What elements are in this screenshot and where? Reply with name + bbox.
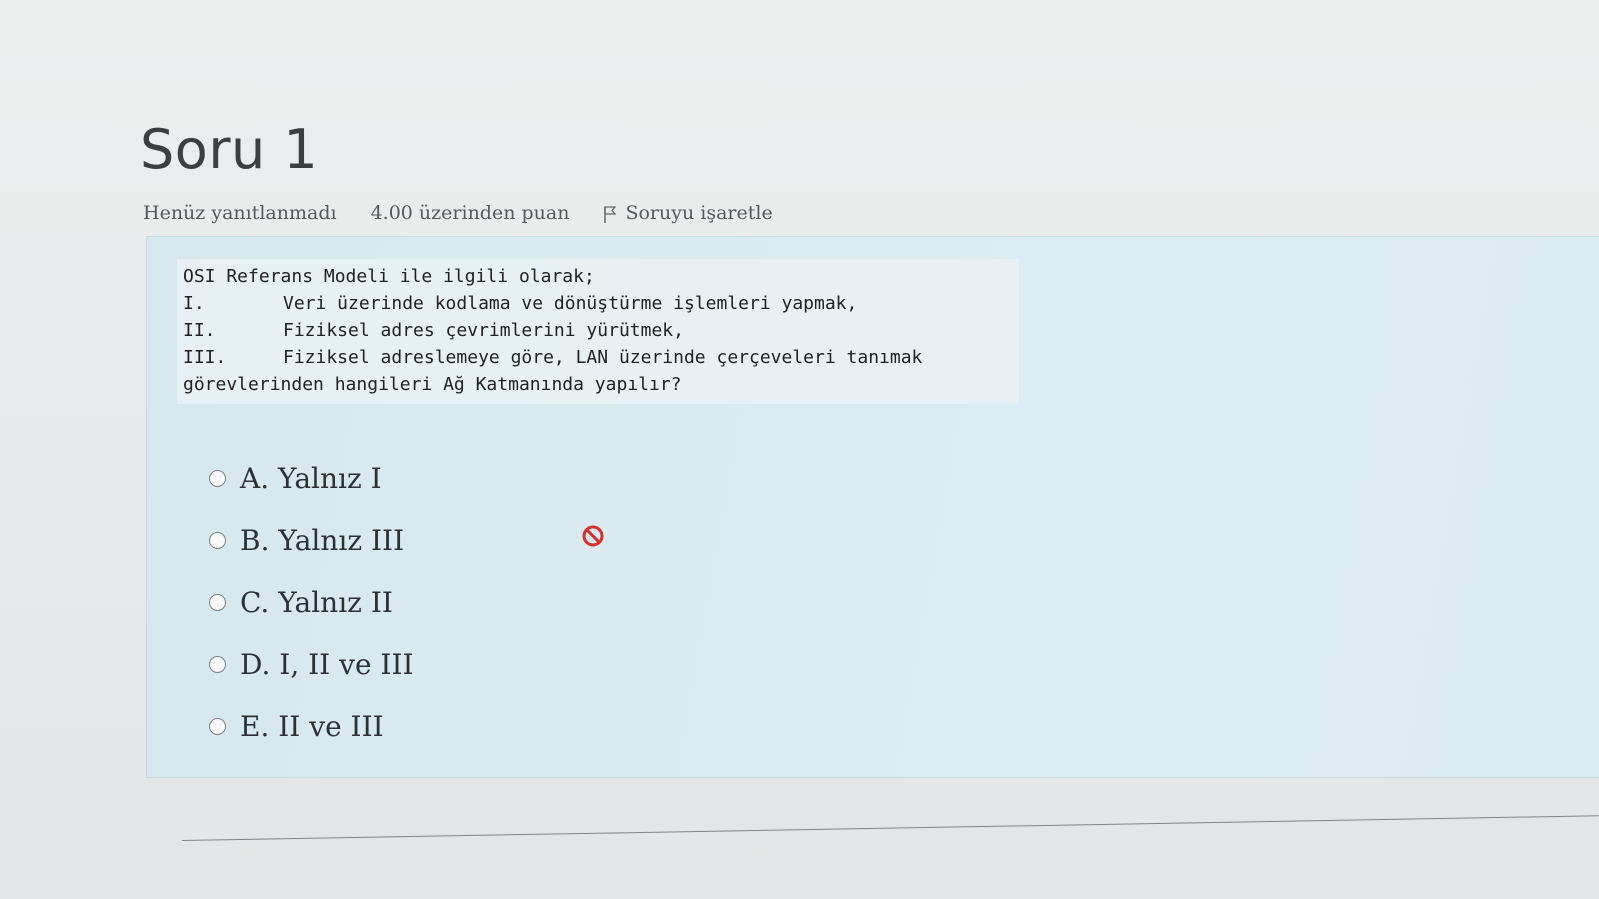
radio-button-a[interactable] xyxy=(209,469,226,487)
question-text-line-text: OSI Referans Modeli ile ilgili olarak; xyxy=(183,266,595,287)
quiz-page: Soru 1 Henüz yanıtlanmadı 4.00 üzerinden… xyxy=(0,0,1599,899)
answer-option-a[interactable]: A. Yalnız I xyxy=(209,447,414,509)
question-text-line: II. Fiziksel adres çevrimlerini yürütmek… xyxy=(183,317,1013,344)
question-text: OSI Referans Modeli ile ilgili olarak; I… xyxy=(177,259,1019,404)
question-info: Henüz yanıtlanmadı 4.00 üzerinden puan S… xyxy=(143,202,773,224)
answer-label-e: E. II ve III xyxy=(240,709,384,743)
answer-option-b[interactable]: B. Yalnız III xyxy=(209,509,414,571)
statement-number: I. xyxy=(183,293,205,314)
statement-number: II. xyxy=(183,320,216,341)
radio-button-e[interactable] xyxy=(209,717,226,735)
answer-label-a: A. Yalnız I xyxy=(240,461,382,495)
question-text-line: görevlerinden hangileri Ağ Katmanında ya… xyxy=(183,371,1013,398)
radio-button-c[interactable] xyxy=(209,593,226,611)
flag-icon xyxy=(604,206,617,223)
answer-option-d[interactable]: D. I, II ve III xyxy=(209,633,414,695)
statement-text: Fiziksel adreslemeye göre, LAN üzerinde … xyxy=(283,347,923,368)
question-title: Soru 1 xyxy=(140,118,319,181)
question-status: Henüz yanıtlanmadı xyxy=(143,202,337,224)
answer-label-b: B. Yalnız III xyxy=(240,523,405,557)
flag-question-label: Soruyu işaretle xyxy=(625,202,773,224)
question-text-line-text: görevlerinden hangileri Ağ Katmanında ya… xyxy=(183,374,682,395)
question-text-line: III. Fiziksel adreslemeye göre, LAN üzer… xyxy=(183,344,1013,371)
statement-number: III. xyxy=(183,347,227,368)
question-points: 4.00 üzerinden puan xyxy=(370,202,570,224)
answer-option-c[interactable]: C. Yalnız II xyxy=(209,571,414,633)
answer-label-d: D. I, II ve III xyxy=(240,647,414,681)
section-divider xyxy=(181,815,1599,841)
statement-text: Veri üzerinde kodlama ve dönüştürme işle… xyxy=(283,293,858,314)
question-text-line: I. Veri üzerinde kodlama ve dönüştürme i… xyxy=(183,290,1013,317)
radio-button-d[interactable] xyxy=(209,655,226,673)
statement-text: Fiziksel adres çevrimlerini yürütmek, xyxy=(283,320,684,341)
question-content: OSI Referans Modeli ile ilgili olarak; I… xyxy=(146,236,1599,778)
question-text-line: OSI Referans Modeli ile ilgili olarak; xyxy=(183,263,1013,290)
answer-options: A. Yalnız I B. Yalnız III C. Yalnız II D… xyxy=(209,447,414,757)
answer-label-c: C. Yalnız II xyxy=(240,585,393,619)
answer-option-e[interactable]: E. II ve III xyxy=(209,695,414,757)
radio-button-b[interactable] xyxy=(209,531,226,549)
not-allowed-cursor-icon xyxy=(582,525,604,547)
flag-question-link[interactable]: Soruyu işaretle xyxy=(603,202,773,224)
